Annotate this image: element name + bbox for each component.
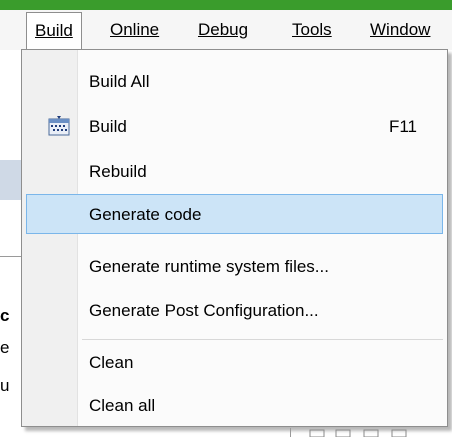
- build-dropdown-menu: Build All Build F11 Rebuild Generate cod: [21, 49, 448, 427]
- menu-online[interactable]: Online: [110, 10, 159, 50]
- build-icon: [48, 116, 70, 136]
- menu-item-clean[interactable]: Clean: [26, 343, 443, 383]
- menu-item-generate-code[interactable]: Generate code: [26, 194, 443, 234]
- menu-item-label: Rebuild: [89, 162, 147, 181]
- menu-item-label: Clean all: [89, 396, 156, 415]
- menu-item-shortcut: F11: [388, 117, 417, 136]
- menu-debug[interactable]: Debug: [198, 10, 248, 50]
- menu-build-label: Build: [35, 21, 73, 40]
- background-text-fragment: e: [0, 338, 10, 357]
- menu-tools[interactable]: Tools: [292, 10, 332, 50]
- menu-item-generate-runtime-system-files[interactable]: Generate runtime system files...: [26, 247, 443, 287]
- background-text-fragment: u: [0, 376, 10, 395]
- menu-separator: [82, 339, 443, 340]
- menu-item-label: Generate code: [89, 205, 202, 224]
- menu-item-label: Build All: [89, 72, 150, 91]
- menu-online-label: Online: [110, 20, 160, 39]
- menu-item-label: Clean: [89, 353, 134, 372]
- menu-item-build-all[interactable]: Build All: [26, 62, 443, 102]
- menu-item-clean-all[interactable]: Clean all: [26, 386, 443, 426]
- menu-tools-label: Tools: [292, 20, 332, 39]
- background-toolbar-fragment: [290, 428, 407, 437]
- menu-item-label: Build: [89, 117, 127, 136]
- menu-item-label: Generate Post Configuration...: [89, 301, 319, 320]
- menu-item-generate-post-configuration[interactable]: Generate Post Configuration...: [26, 291, 443, 331]
- menu-bar: Build Online Debug Tools Window: [0, 10, 452, 51]
- menu-item-build[interactable]: Build F11: [26, 107, 443, 147]
- menu-window-label: Window: [370, 20, 431, 39]
- window-accent-strip: [0, 0, 452, 10]
- menu-debug-label: Debug: [198, 20, 249, 39]
- menu-item-rebuild[interactable]: Rebuild: [26, 152, 443, 192]
- screenshot-root: Build Online Debug Tools Window c e u Bu…: [0, 0, 452, 437]
- background-text-fragment: c: [0, 306, 10, 325]
- menu-build[interactable]: Build: [26, 12, 82, 51]
- menu-window[interactable]: Window: [370, 10, 430, 50]
- menu-item-label: Generate runtime system files...: [89, 257, 329, 276]
